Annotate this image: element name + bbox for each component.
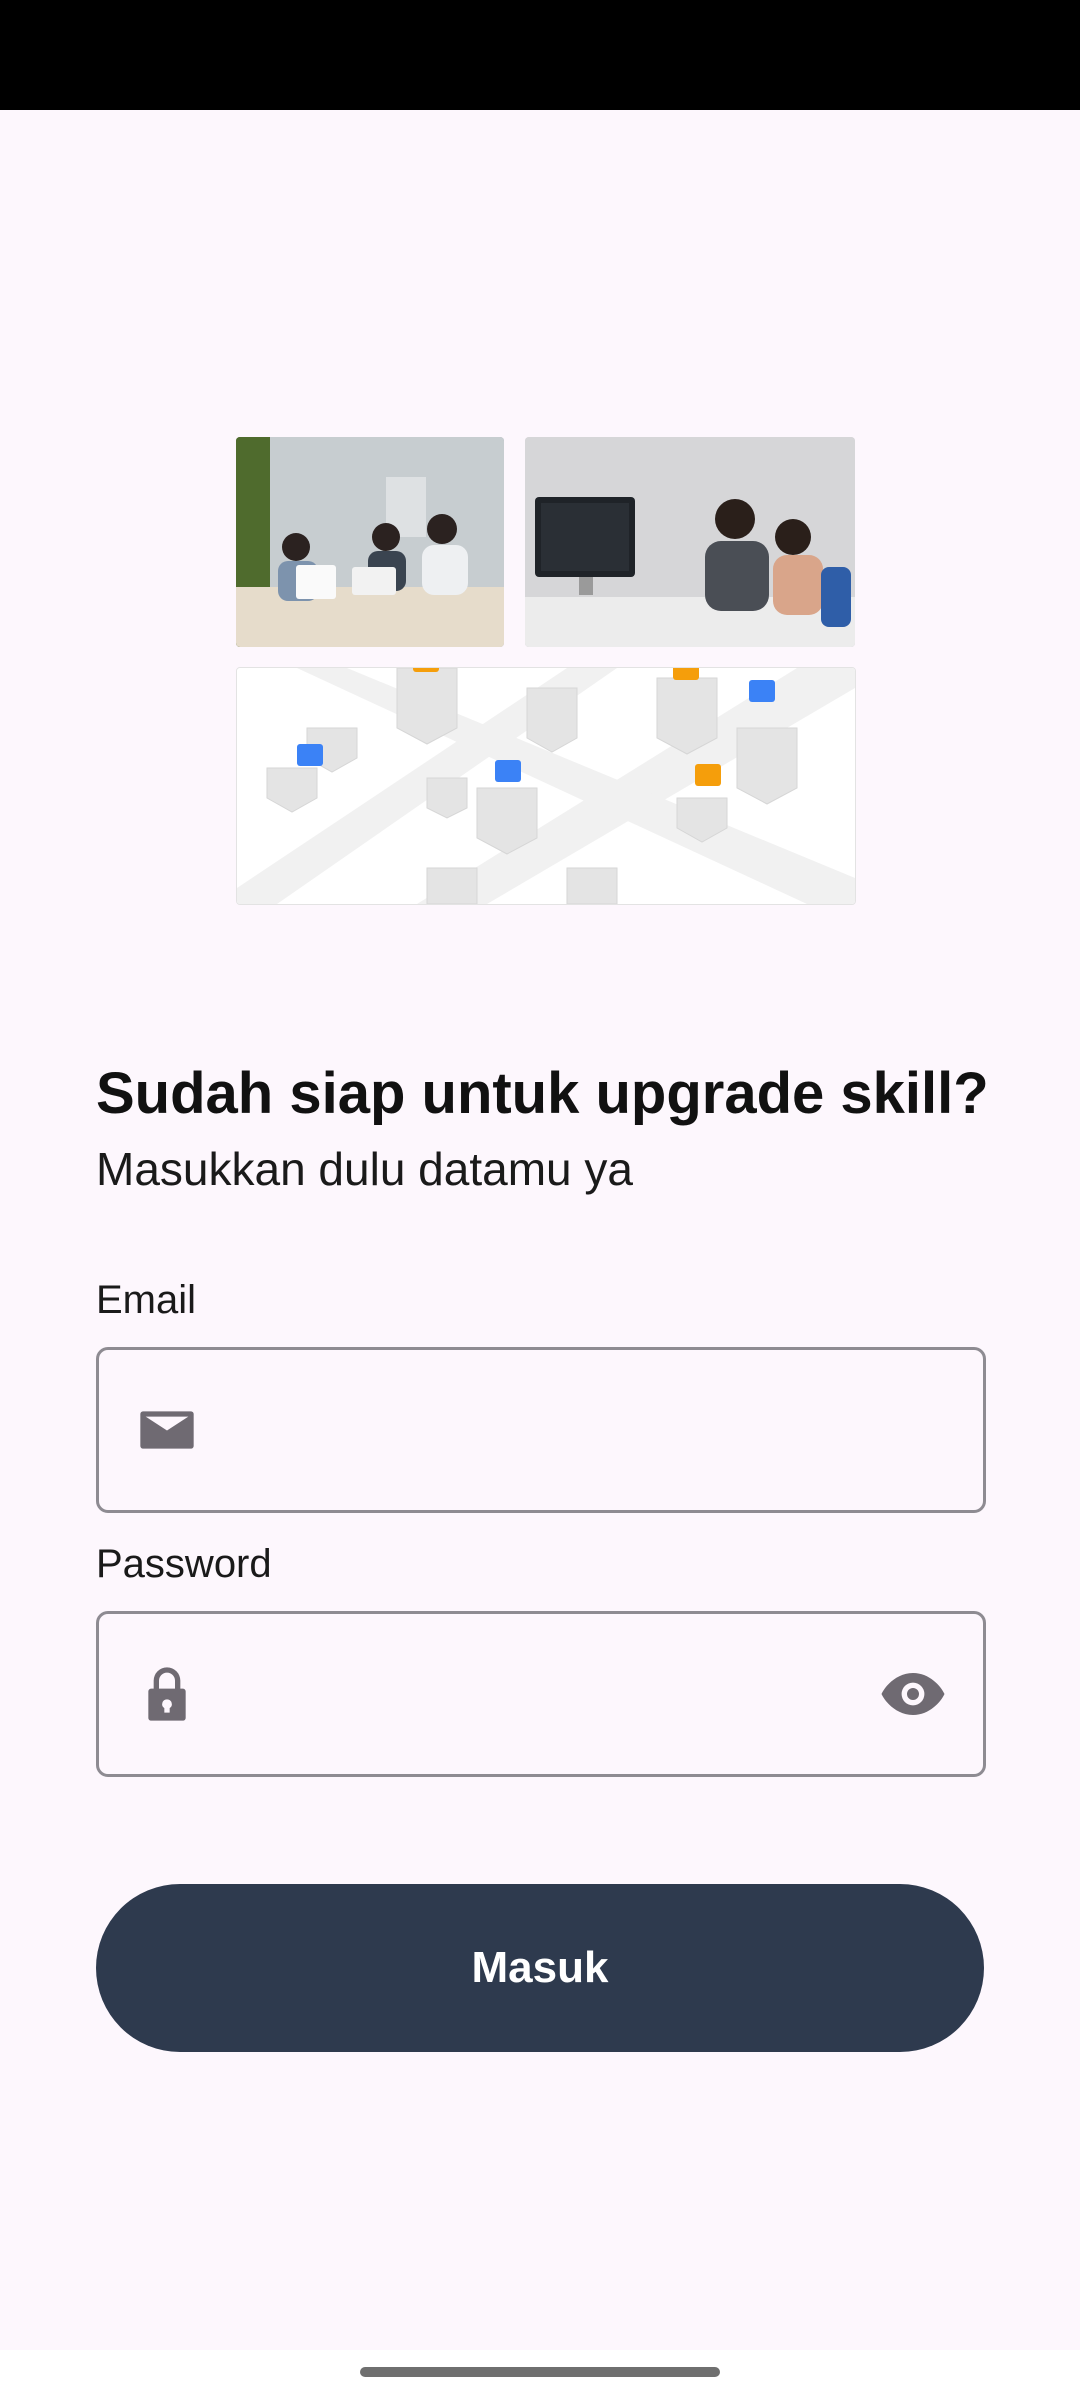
email-input[interactable] — [239, 1390, 863, 1472]
page-subtitle: Masukkan dulu datamu ya — [96, 1143, 633, 1195]
email-field[interactable] — [96, 1347, 986, 1513]
hero-illustration — [236, 437, 856, 905]
password-field[interactable] — [96, 1611, 986, 1777]
presentation-photo — [525, 437, 855, 647]
meeting-photo — [236, 437, 504, 647]
isometric-map-art — [237, 668, 855, 904]
presentation-photo-art — [525, 437, 855, 647]
eye-icon[interactable] — [877, 1658, 949, 1730]
password-input[interactable] — [239, 1654, 863, 1736]
password-label: Password — [96, 1542, 272, 1586]
status-bar — [0, 0, 1080, 110]
lock-icon — [148, 1667, 186, 1721]
email-label: Email — [96, 1278, 197, 1322]
meeting-photo-art — [236, 437, 504, 647]
home-indicator[interactable] — [360, 2367, 720, 2377]
page-title: Sudah siap untuk upgrade skill? — [96, 1061, 989, 1126]
isometric-map — [236, 667, 856, 905]
login-button[interactable]: Masuk — [96, 1884, 984, 2052]
mail-icon — [140, 1411, 194, 1449]
